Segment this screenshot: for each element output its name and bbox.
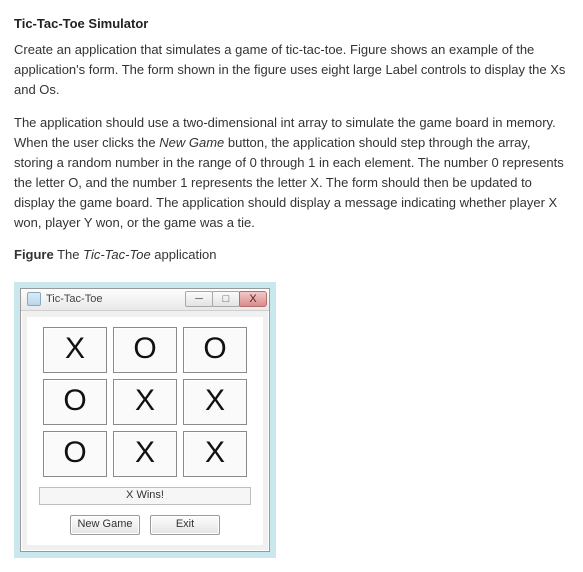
para2-emphasis: New Game	[159, 135, 224, 150]
minimize-icon: ─	[195, 291, 203, 308]
board-cell[interactable]: O	[43, 431, 107, 477]
game-board: X O O O X X O X X	[35, 327, 255, 477]
close-icon: X	[249, 291, 256, 308]
client-area: X O O O X X O X X X Wins! New Game Exit	[27, 317, 263, 545]
page-title: Tic-Tac-Toe Simulator	[14, 14, 569, 34]
new-game-button[interactable]: New Game	[70, 515, 140, 535]
paragraph-1: Create an application that simulates a g…	[14, 40, 569, 100]
board-cell[interactable]: X	[183, 379, 247, 425]
board-cell[interactable]: O	[113, 327, 177, 373]
figure-appname: Tic-Tac-Toe	[83, 247, 151, 262]
exit-button[interactable]: Exit	[150, 515, 220, 535]
button-row: New Game Exit	[35, 515, 255, 535]
board-cell[interactable]: X	[113, 379, 177, 425]
minimize-button[interactable]: ─	[185, 291, 213, 307]
board-cell[interactable]: O	[183, 327, 247, 373]
titlebar-left: Tic-Tac-Toe	[27, 291, 102, 308]
figure-container: Tic-Tac-Toe ─ □ X X O O O X X O X X X Wi…	[14, 282, 276, 558]
app-window: Tic-Tac-Toe ─ □ X X O O O X X O X X X Wi…	[20, 288, 270, 552]
window-title: Tic-Tac-Toe	[46, 291, 102, 308]
window-controls: ─ □ X	[186, 291, 267, 307]
board-cell[interactable]: X	[43, 327, 107, 373]
status-label: X Wins!	[39, 487, 251, 505]
close-button[interactable]: X	[239, 291, 267, 307]
titlebar[interactable]: Tic-Tac-Toe ─ □ X	[21, 289, 269, 311]
board-cell[interactable]: X	[183, 431, 247, 477]
figure-text-c: application	[151, 247, 217, 262]
board-cell[interactable]: X	[113, 431, 177, 477]
figure-text-b: The	[54, 247, 83, 262]
maximize-button[interactable]: □	[212, 291, 240, 307]
figure-label: Figure	[14, 247, 54, 262]
paragraph-2: The application should use a two-dimensi…	[14, 113, 569, 234]
board-cell[interactable]: O	[43, 379, 107, 425]
maximize-icon: □	[223, 291, 230, 308]
figure-caption: Figure The Tic-Tac-Toe application	[14, 245, 569, 265]
app-icon	[27, 292, 41, 306]
